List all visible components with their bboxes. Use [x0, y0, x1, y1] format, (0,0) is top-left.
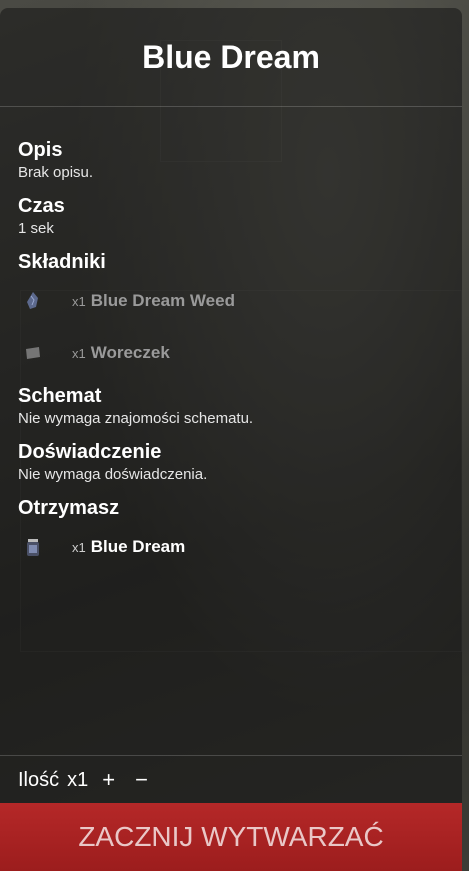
- jar-icon: [18, 532, 48, 562]
- bag-icon: [18, 338, 48, 368]
- ingredients-heading: Składniki: [18, 251, 106, 273]
- result-heading: Otrzymasz: [18, 497, 120, 519]
- quantity-label: Ilość: [18, 768, 60, 791]
- start-crafting-button[interactable]: ZACZNIJ WYTWARZAĆ: [0, 803, 462, 871]
- ingredient-item: x1 Blue Dream Weed: [18, 275, 444, 327]
- quantity-plus-button[interactable]: +: [96, 767, 121, 793]
- crafting-panel: Blue Dream Opis Brak opisu. Czas 1 sek S…: [0, 8, 462, 871]
- ingredient-name: Blue Dream Weed: [90, 291, 235, 310]
- experience-heading: Doświadczenie: [18, 441, 162, 463]
- time-heading: Czas: [18, 195, 65, 217]
- description-heading: Opis: [18, 139, 63, 161]
- result-qty: x1: [72, 539, 86, 555]
- schematic-heading: Schemat: [18, 385, 102, 407]
- quantity-minus-button[interactable]: −: [129, 767, 154, 793]
- ingredient-name: Woreczek: [90, 343, 170, 362]
- quantity-bar: Ilość x1 + −: [0, 755, 462, 804]
- schematic-text: Nie wymaga znajomości schematu.: [18, 410, 254, 427]
- ingredient-qty: x1: [72, 293, 86, 309]
- experience-text: Nie wymaga doświadczenia.: [18, 466, 208, 483]
- time-text: 1 sek: [18, 220, 54, 237]
- quantity-value: x1: [67, 768, 89, 791]
- weed-icon: [18, 286, 48, 316]
- panel-content: Opis Brak opisu. Czas 1 sek Składniki x1…: [0, 107, 462, 573]
- item-title: Blue Dream: [0, 8, 462, 107]
- ingredient-qty: x1: [72, 345, 86, 361]
- ingredient-item: x1 Woreczek: [18, 327, 444, 379]
- description-text: Brak opisu.: [18, 164, 94, 181]
- result-item: x1 Blue Dream: [18, 521, 444, 573]
- result-name: Blue Dream: [90, 537, 186, 556]
